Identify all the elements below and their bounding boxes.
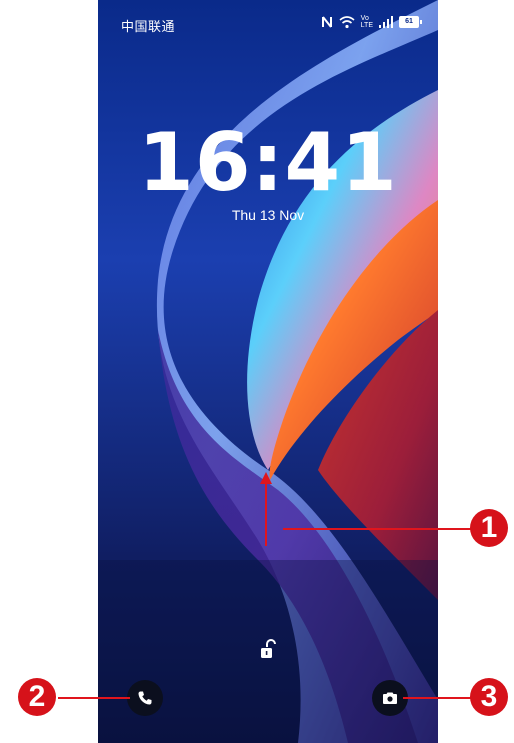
callout-badge-1: 1 bbox=[470, 509, 508, 547]
battery-level: 61 bbox=[399, 16, 419, 28]
clock-date: Thu 13 Nov bbox=[231, 207, 305, 223]
clock-time: 16:41 bbox=[138, 116, 398, 209]
signal-icon bbox=[379, 16, 393, 28]
carrier-name: 中国联通 bbox=[121, 19, 176, 34]
volte-lte-icon: Vo LTE bbox=[360, 15, 373, 29]
callout-line-2 bbox=[58, 697, 130, 699]
swipe-up-arrow bbox=[260, 472, 272, 546]
callout-badge-3: 3 bbox=[470, 678, 508, 716]
status-icons: Vo LTE 61 bbox=[321, 13, 422, 31]
status-bar: 中国联通 Vo LTE 61 bbox=[98, 0, 438, 40]
unlock-icon bbox=[261, 639, 276, 658]
phone-shortcut-button[interactable] bbox=[127, 680, 163, 716]
callout-line-3 bbox=[403, 697, 475, 699]
phone-icon bbox=[138, 691, 152, 705]
lock-screen: 中国联通 Vo LTE 61 16:41 Thu 13 Nov bbox=[98, 0, 438, 743]
callout-badge-2: 2 bbox=[18, 678, 56, 716]
nfc-icon bbox=[321, 16, 332, 28]
battery-icon: 61 bbox=[399, 16, 422, 28]
callout-line-1 bbox=[283, 528, 471, 530]
camera-icon bbox=[383, 692, 397, 704]
wallpaper bbox=[98, 0, 438, 743]
wifi-icon bbox=[339, 16, 355, 29]
